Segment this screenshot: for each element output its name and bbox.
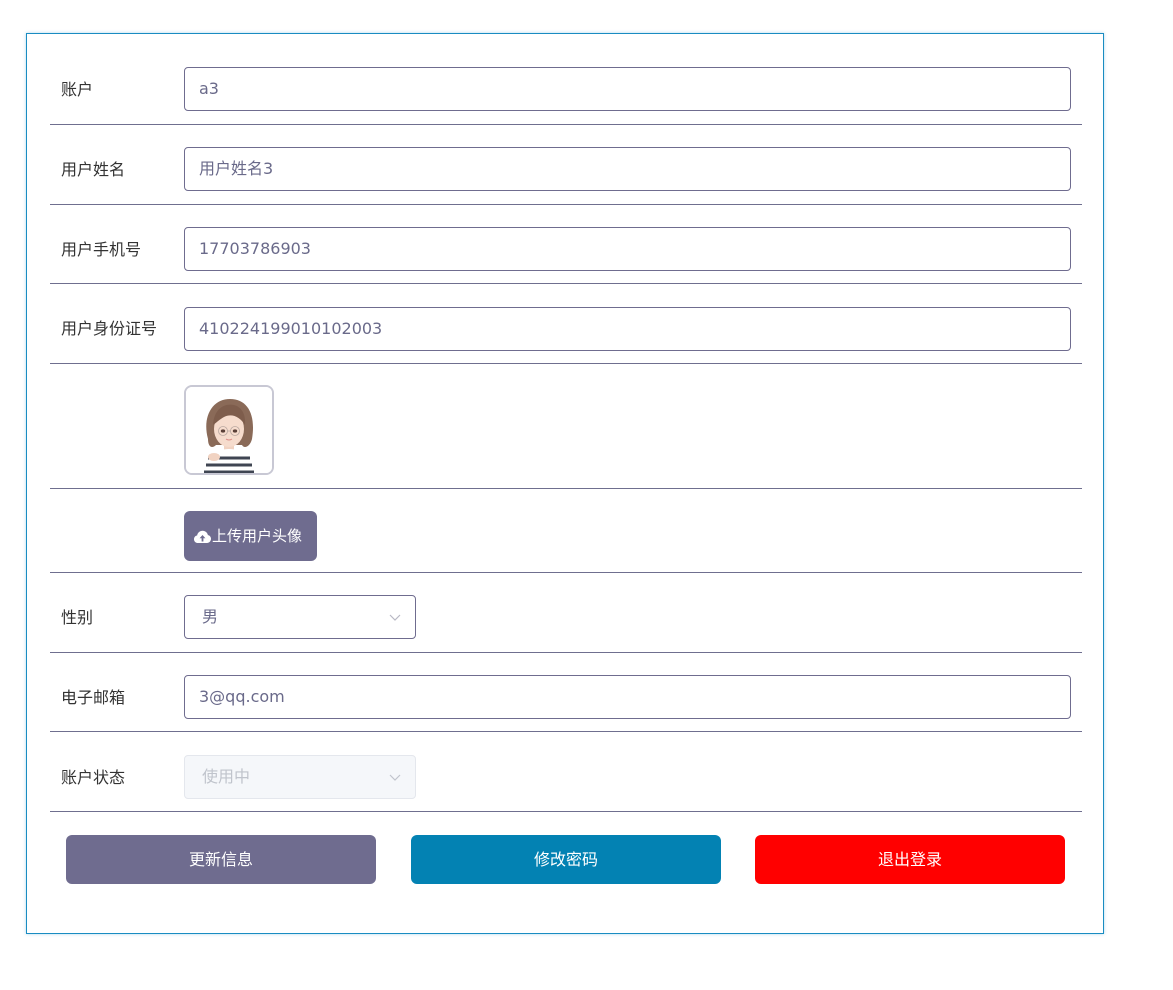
status-select-value: 使用中 — [202, 767, 251, 786]
account-input[interactable]: a3 — [184, 67, 1071, 111]
gender-label: 性别 — [61, 608, 94, 627]
upload-avatar-button[interactable]: 上传用户头像 — [184, 511, 317, 561]
gender-select-value: 男 — [202, 607, 219, 626]
phone-input[interactable]: 17703786903 — [184, 227, 1071, 271]
form-row-user-name: 用户姓名 用户姓名3 — [50, 125, 1082, 205]
email-label: 电子邮箱 — [61, 688, 126, 707]
status-label: 账户状态 — [61, 768, 126, 787]
form-row-upload: 上传用户头像 — [50, 489, 1082, 573]
chevron-down-icon — [389, 614, 401, 621]
form-row-gender: 性别 男 — [50, 573, 1082, 653]
update-info-button[interactable]: 更新信息 — [66, 835, 376, 884]
form-row-avatar — [50, 364, 1082, 489]
gender-select[interactable]: 男 — [184, 595, 416, 639]
avatar-illustration — [186, 387, 272, 473]
upload-avatar-label: 上传用户头像 — [212, 527, 303, 545]
form-row-phone: 用户手机号 17703786903 — [50, 205, 1082, 284]
status-select: 使用中 — [184, 755, 416, 799]
id-card-label: 用户身份证号 — [61, 319, 158, 338]
form-row-status: 账户状态 使用中 — [50, 732, 1082, 812]
cloud-upload-icon — [194, 530, 211, 543]
user-info-card: 账户 a3 用户姓名 用户姓名3 用户手机号 17703786903 用户身份证… — [26, 33, 1104, 934]
form-row-id-card: 用户身份证号 410224199010102003 — [50, 284, 1082, 364]
logout-button[interactable]: 退出登录 — [755, 835, 1065, 884]
email-input[interactable]: 3@qq.com — [184, 675, 1071, 719]
avatar[interactable] — [184, 385, 274, 475]
phone-label: 用户手机号 — [61, 240, 142, 259]
form-row-email: 电子邮箱 3@qq.com — [50, 653, 1082, 732]
chevron-down-icon — [389, 774, 401, 781]
form-row-account: 账户 a3 — [50, 34, 1082, 125]
id-card-input[interactable]: 410224199010102003 — [184, 307, 1071, 351]
user-name-label: 用户姓名 — [61, 160, 126, 179]
account-label: 账户 — [61, 80, 94, 99]
user-name-input[interactable]: 用户姓名3 — [184, 147, 1071, 191]
change-password-button[interactable]: 修改密码 — [411, 835, 721, 884]
